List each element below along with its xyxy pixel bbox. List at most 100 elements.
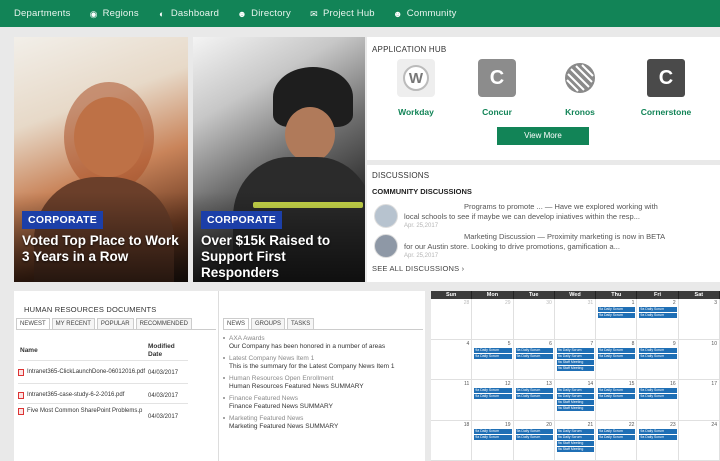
- calendar-event[interactable]: 9a Daily Scrum: [474, 347, 512, 353]
- calendar-event[interactable]: 9a Daily Scrum: [639, 428, 677, 434]
- calendar-day[interactable]: 9: [637, 339, 679, 380]
- news-item[interactable]: Marketing Featured News Marketing Featur…: [223, 415, 424, 430]
- calendar-event[interactable]: 9a Daily Scrum: [598, 434, 636, 440]
- calendar-event[interactable]: 9a Daily Scrum: [515, 434, 553, 440]
- calendar-day[interactable]: 5: [472, 339, 514, 380]
- nav-community[interactable]: ☻ Community: [393, 8, 457, 19]
- news-item[interactable]: Finance Featured News Finance Featured N…: [223, 395, 424, 410]
- calendar-day[interactable]: 23: [637, 420, 679, 461]
- calendar-event[interactable]: 9a Daily Scrum: [474, 388, 512, 393]
- calendar-event[interactable]: 9a Daily Scrum: [556, 434, 595, 440]
- calendar-event[interactable]: 9a Daily Scrum: [556, 428, 595, 434]
- calendar-event[interactable]: 9a Daily Scrum: [474, 394, 512, 399]
- calendar-day[interactable]: 18: [431, 420, 473, 461]
- calendar-day[interactable]: 20: [513, 420, 555, 461]
- discussion-post[interactable]: Marketing Discussion — Proximity marketi…: [372, 232, 717, 262]
- document-name[interactable]: Five Most Common SharePoint Problems.p: [27, 408, 142, 414]
- calendar-event[interactable]: 9a Daily Scrum: [515, 428, 553, 434]
- news-title[interactable]: AXA Awards: [229, 335, 424, 342]
- see-all-discussions-link[interactable]: SEE ALL DISCUSSIONS ›: [372, 264, 464, 273]
- calendar-event[interactable]: 9a Daily Scrum: [598, 428, 636, 434]
- news-item[interactable]: Latest Company News Item 1 This is the s…: [223, 355, 424, 370]
- calendar-day[interactable]: 31: [554, 299, 597, 340]
- news-title[interactable]: Finance Featured News: [229, 395, 424, 402]
- calendar-day[interactable]: 10: [678, 339, 720, 380]
- column-header-name[interactable]: Name: [20, 347, 38, 354]
- news-title[interactable]: Human Resources Open Enrollment: [229, 375, 424, 382]
- calendar-event[interactable]: 9a Staff Meeting: [556, 440, 595, 446]
- nav-directory[interactable]: ☻ Directory: [237, 8, 291, 19]
- calendar-event[interactable]: 9a Daily Scrum: [639, 347, 677, 353]
- discussion-post[interactable]: Programs to promote ... — Have we explor…: [372, 202, 717, 232]
- calendar-event[interactable]: 9a Daily Scrum: [556, 353, 595, 359]
- calendar-event[interactable]: 9a Daily Scrum: [556, 388, 595, 393]
- calendar-event[interactable]: 9a Daily Scrum: [515, 347, 553, 353]
- news-title[interactable]: Latest Company News Item 1: [229, 355, 424, 362]
- calendar-event[interactable]: 9a Daily Scrum: [639, 388, 677, 393]
- calendar-event[interactable]: 9a Daily Scrum: [639, 313, 677, 318]
- calendar-day[interactable]: 15: [596, 380, 638, 421]
- calendar-day[interactable]: 17: [678, 380, 720, 421]
- news-item[interactable]: AXA Awards Our Company has been honored …: [223, 335, 424, 350]
- calendar-day[interactable]: 19: [472, 420, 514, 461]
- calendar-event[interactable]: 9a Daily Scrum: [515, 388, 553, 393]
- calendar-day[interactable]: 30: [513, 299, 555, 340]
- news-title[interactable]: Marketing Featured News: [229, 415, 424, 422]
- calendar-day[interactable]: 13: [513, 380, 555, 421]
- calendar-event[interactable]: 9a Daily Scrum: [515, 353, 553, 359]
- app-concur[interactable]: C Concur: [462, 59, 532, 117]
- hero-title[interactable]: Over $15k Raised to Support First Respon…: [201, 233, 361, 281]
- calendar-day[interactable]: 12: [472, 380, 514, 421]
- calendar-event[interactable]: 9a Daily Scrum: [598, 353, 636, 359]
- category-badge[interactable]: CORPORATE: [201, 211, 283, 229]
- calendar-day[interactable]: 28: [431, 299, 473, 340]
- calendar-event[interactable]: 9a Daily Scrum: [598, 313, 636, 318]
- calendar-event[interactable]: 9a Daily Scrum: [598, 388, 636, 393]
- calendar-event[interactable]: 9a Daily Scrum: [556, 394, 595, 399]
- calendar-event[interactable]: 9a Daily Scrum: [639, 394, 677, 399]
- calendar-event[interactable]: 9a Staff Meeting: [556, 359, 595, 365]
- calendar-day[interactable]: 16: [637, 380, 679, 421]
- calendar-event[interactable]: 9a Daily Scrum: [598, 347, 636, 353]
- calendar-event[interactable]: 9a Daily Scrum: [515, 394, 553, 399]
- hero-tile-first-responders[interactable]: CORPORATE Over $15k Raised to Support Fi…: [193, 37, 365, 282]
- hero-title[interactable]: Voted Top Place to Work 3 Years in a Row: [22, 233, 184, 265]
- column-header-modified[interactable]: Modified: [148, 343, 175, 350]
- calendar-day[interactable]: 4: [431, 339, 473, 380]
- calendar-event[interactable]: 9a Daily Scrum: [556, 347, 595, 353]
- calendar-event[interactable]: 9a Daily Scrum: [474, 428, 512, 434]
- calendar-day[interactable]: 1: [596, 299, 638, 340]
- app-workday[interactable]: W Workday: [381, 59, 451, 117]
- news-item[interactable]: Human Resources Open Enrollment Human Re…: [223, 375, 424, 390]
- calendar-event[interactable]: 9a Daily Scrum: [598, 307, 636, 312]
- calendar-event[interactable]: 9a Staff Meeting: [556, 446, 595, 452]
- app-kronos[interactable]: Kronos: [545, 59, 615, 117]
- nav-dashboard[interactable]: ◐ Dashboard: [157, 8, 219, 19]
- calendar-day[interactable]: 11: [431, 380, 473, 421]
- calendar-day[interactable]: 29: [472, 299, 514, 340]
- calendar-event[interactable]: 9a Daily Scrum: [639, 434, 677, 440]
- calendar-day[interactable]: 22: [596, 420, 638, 461]
- view-more-button[interactable]: View More: [497, 127, 589, 145]
- calendar-event[interactable]: 9a Daily Scrum: [639, 307, 677, 312]
- app-cornerstone[interactable]: C Cornerstone: [631, 59, 701, 117]
- hero-tile-top-place[interactable]: CORPORATE Voted Top Place to Work 3 Year…: [14, 37, 188, 282]
- calendar-event[interactable]: 9a Daily Scrum: [639, 353, 677, 359]
- calendar-day[interactable]: 3: [678, 299, 720, 340]
- table-row[interactable]: Intranet365-ClickLaunchDone-06012016.pdf…: [18, 360, 188, 384]
- calendar-day[interactable]: 6: [513, 339, 555, 380]
- calendar-event[interactable]: 9a Staff Meeting: [556, 365, 595, 371]
- calendar-event[interactable]: 9a Daily Scrum: [474, 434, 512, 440]
- calendar-event[interactable]: 9a Staff Meeting: [556, 400, 595, 405]
- calendar-event[interactable]: 9a Staff Meeting: [556, 406, 595, 411]
- category-badge[interactable]: CORPORATE: [22, 211, 104, 229]
- nav-regions[interactable]: ◉ Regions: [89, 8, 139, 19]
- calendar-day[interactable]: 24: [678, 420, 720, 461]
- nav-departments[interactable]: Departments: [14, 8, 71, 19]
- document-name[interactable]: Intranet365-case-study-6-2-2016.pdf: [27, 392, 124, 398]
- calendar-day[interactable]: 2: [637, 299, 679, 340]
- nav-project-hub[interactable]: ✉ Project Hub: [309, 8, 375, 19]
- calendar-day[interactable]: 8: [596, 339, 638, 380]
- calendar-event[interactable]: 9a Daily Scrum: [474, 353, 512, 359]
- document-name[interactable]: Intranet365-ClickLaunchDone-06012016.pdf: [27, 369, 145, 375]
